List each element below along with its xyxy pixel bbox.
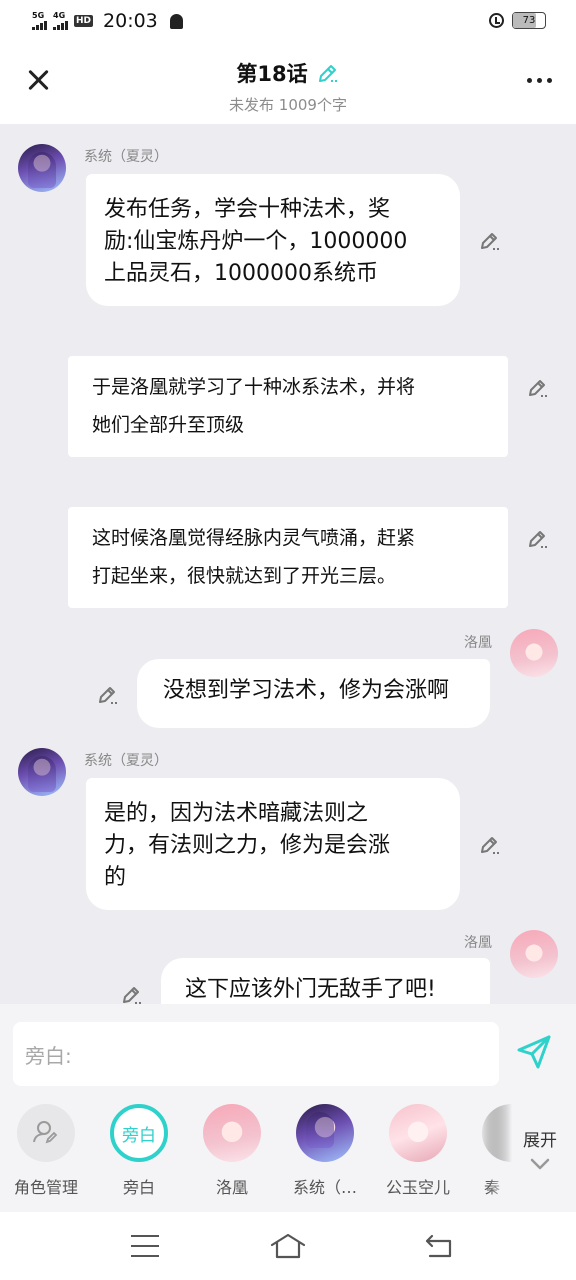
speaker-name: 系统（夏灵） bbox=[84, 149, 168, 165]
role-label: 旁白 bbox=[122, 1178, 155, 1197]
role-manage-button[interactable]: 角色管理 bbox=[1, 1104, 91, 1198]
role-selector: 角色管理 旁白 旁白 洛凰 系统（… 公玉空儿 秦 展开 bbox=[0, 1096, 576, 1212]
message-bubble[interactable]: 没想到学习法术，修为会涨啊 bbox=[137, 659, 490, 728]
system-nav-bar bbox=[0, 1212, 576, 1280]
edit-message-icon[interactable] bbox=[478, 832, 502, 856]
back-button[interactable] bbox=[424, 1232, 456, 1260]
avatar-system-xialing[interactable] bbox=[18, 144, 66, 192]
avatar-luohuang[interactable] bbox=[510, 629, 558, 677]
composer: 旁白: bbox=[0, 1004, 576, 1096]
role-label: 公玉空儿 bbox=[385, 1178, 450, 1197]
role-narration[interactable]: 旁白 旁白 bbox=[94, 1104, 184, 1198]
role-system-xialing[interactable]: 系统（… bbox=[280, 1104, 370, 1198]
edit-message-icon[interactable] bbox=[96, 682, 120, 706]
app-notification-icon bbox=[169, 13, 183, 29]
role-luohuang[interactable]: 洛凰 bbox=[187, 1104, 277, 1198]
alarm-icon bbox=[489, 13, 504, 28]
message-bubble[interactable]: 是的，因为法术暗藏法则之 力，有法则之力，修为是会涨 的 bbox=[86, 778, 460, 910]
edit-message-icon[interactable] bbox=[526, 375, 550, 399]
chat-area[interactable]: 系统（夏灵） 发布任务，学会十种法术，奖 励:仙宝炼丹炉一个，1000000 上… bbox=[0, 124, 576, 1004]
hd-voice-icon: HD bbox=[74, 15, 94, 27]
avatar-gongyu-konger bbox=[389, 1104, 447, 1162]
recent-apps-button[interactable] bbox=[131, 1235, 159, 1257]
message-bubble[interactable]: 这下应该外门无敌手了吧! bbox=[161, 958, 490, 1004]
role-fade bbox=[488, 1096, 512, 1212]
message-bubble[interactable]: 发布任务，学会十种法术，奖 励:仙宝炼丹炉一个，1000000 上品灵石，100… bbox=[86, 174, 460, 306]
edit-message-icon[interactable] bbox=[478, 228, 502, 252]
signal-4g-icon: 4G bbox=[53, 12, 68, 30]
message-input[interactable]: 旁白: bbox=[13, 1022, 499, 1086]
avatar-luohuang bbox=[203, 1104, 261, 1162]
header-bar: 第18话 未发布 1009个字 bbox=[0, 44, 576, 124]
avatar-system-xialing[interactable] bbox=[18, 748, 66, 796]
home-button[interactable] bbox=[269, 1232, 307, 1260]
user-edit-icon bbox=[17, 1104, 75, 1162]
battery-icon: 73 bbox=[512, 12, 546, 29]
narration-bubble[interactable]: 于是洛凰就学习了十种冰系法术，并将 她们全部升至顶级 bbox=[68, 356, 508, 457]
chevron-down-icon bbox=[530, 1158, 550, 1170]
edit-message-icon[interactable] bbox=[120, 982, 144, 1004]
role-label: 系统（… bbox=[292, 1178, 357, 1197]
status-time: 20:03 bbox=[103, 10, 158, 32]
chapter-status: 未发布 1009个字 bbox=[229, 96, 347, 114]
avatar-system-xialing bbox=[296, 1104, 354, 1162]
speaker-name: 洛凰 bbox=[464, 935, 492, 951]
status-bar: 5G 4G HD 20:03 73 bbox=[0, 0, 576, 44]
signal-5g-icon: 5G bbox=[32, 12, 47, 30]
speaker-name: 洛凰 bbox=[464, 635, 492, 651]
avatar-luohuang[interactable] bbox=[510, 930, 558, 978]
edit-title-icon[interactable] bbox=[316, 61, 340, 85]
chapter-title-text: 第18话 bbox=[236, 62, 308, 86]
expand-label: 展开 bbox=[523, 1131, 557, 1151]
chapter-title[interactable]: 第18话 bbox=[236, 58, 339, 88]
narration-badge: 旁白 bbox=[110, 1104, 168, 1162]
speaker-name: 系统（夏灵） bbox=[84, 753, 168, 769]
narration-bubble[interactable]: 这时候洛凰觉得经脉内灵气喷涌，赶紧 打起坐来，很快就达到了开光三层。 bbox=[68, 507, 508, 608]
role-label: 洛凰 bbox=[215, 1178, 248, 1197]
more-options-button[interactable] bbox=[527, 78, 552, 83]
send-icon[interactable] bbox=[514, 1032, 554, 1072]
role-label: 角色管理 bbox=[13, 1178, 78, 1197]
expand-button[interactable]: 展开 bbox=[512, 1126, 568, 1176]
edit-message-icon[interactable] bbox=[526, 526, 550, 550]
role-gongyu-konger[interactable]: 公玉空儿 bbox=[373, 1104, 463, 1198]
